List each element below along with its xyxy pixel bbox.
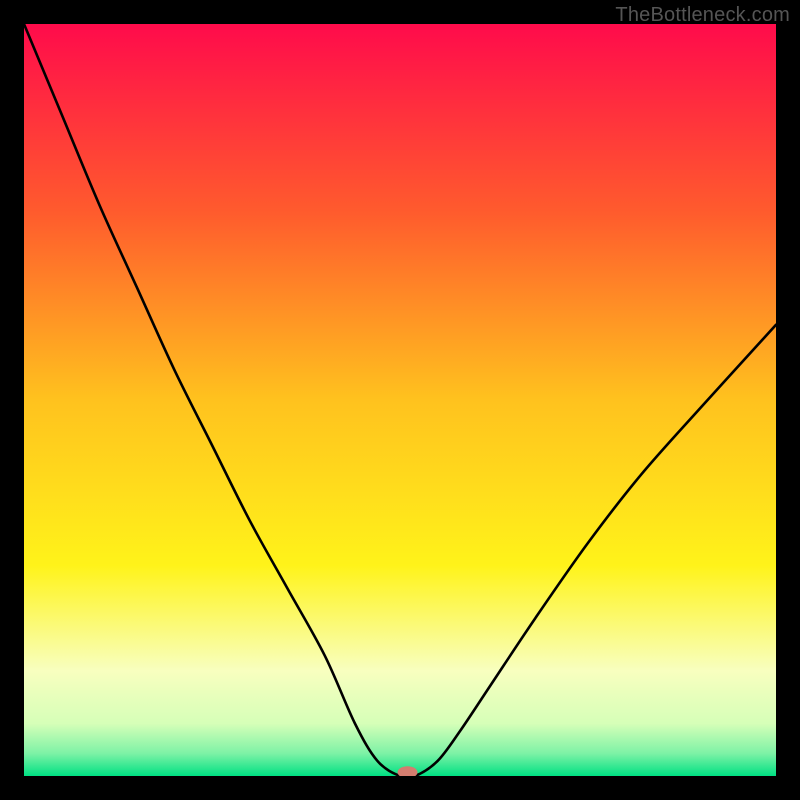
gradient-background (24, 24, 776, 776)
plot-area (24, 24, 776, 776)
watermark-text: TheBottleneck.com (615, 4, 790, 27)
chart-svg (24, 24, 776, 776)
chart-frame: TheBottleneck.com (0, 0, 800, 800)
